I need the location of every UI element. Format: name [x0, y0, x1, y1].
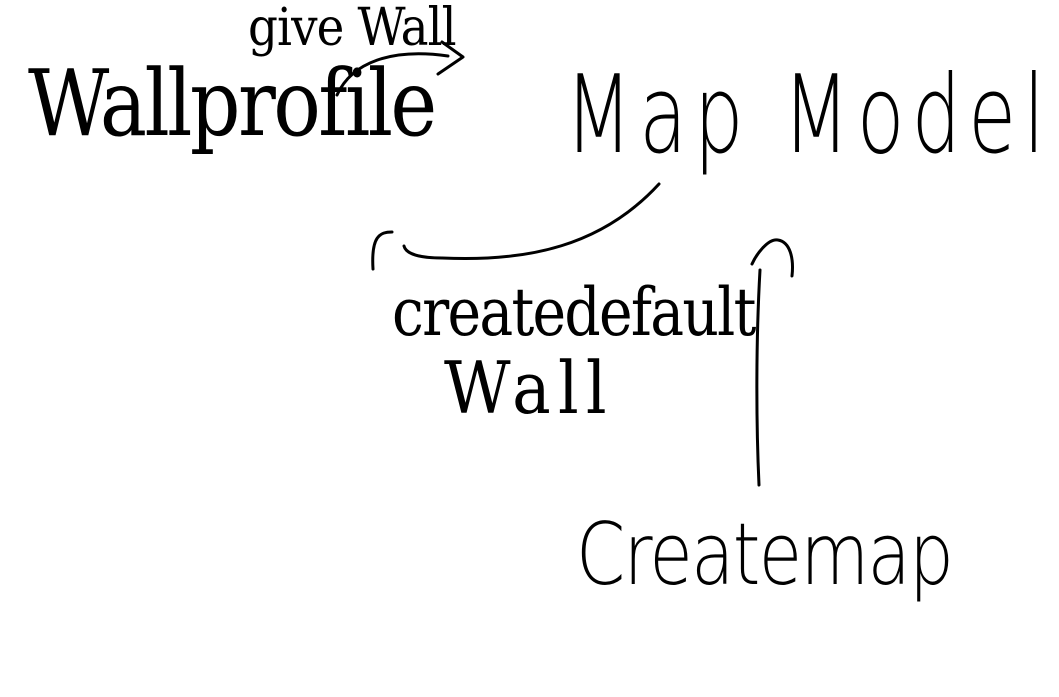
- edge-label-wall: Wall: [444, 346, 614, 430]
- diagram-canvas: Wallprofile give Wall Map Model createde…: [0, 0, 1059, 697]
- create-default-wall-arrow: [371, 182, 661, 271]
- node-wall-profile: Wallprofile: [28, 50, 437, 157]
- node-create-map: Createmap: [576, 505, 954, 605]
- create-map-arrow: [750, 238, 794, 487]
- node-map-model: Map Model: [565, 53, 1053, 178]
- edge-label-give-wall: give Wall: [248, 0, 457, 58]
- edge-label-create-default: createdefault: [392, 274, 756, 351]
